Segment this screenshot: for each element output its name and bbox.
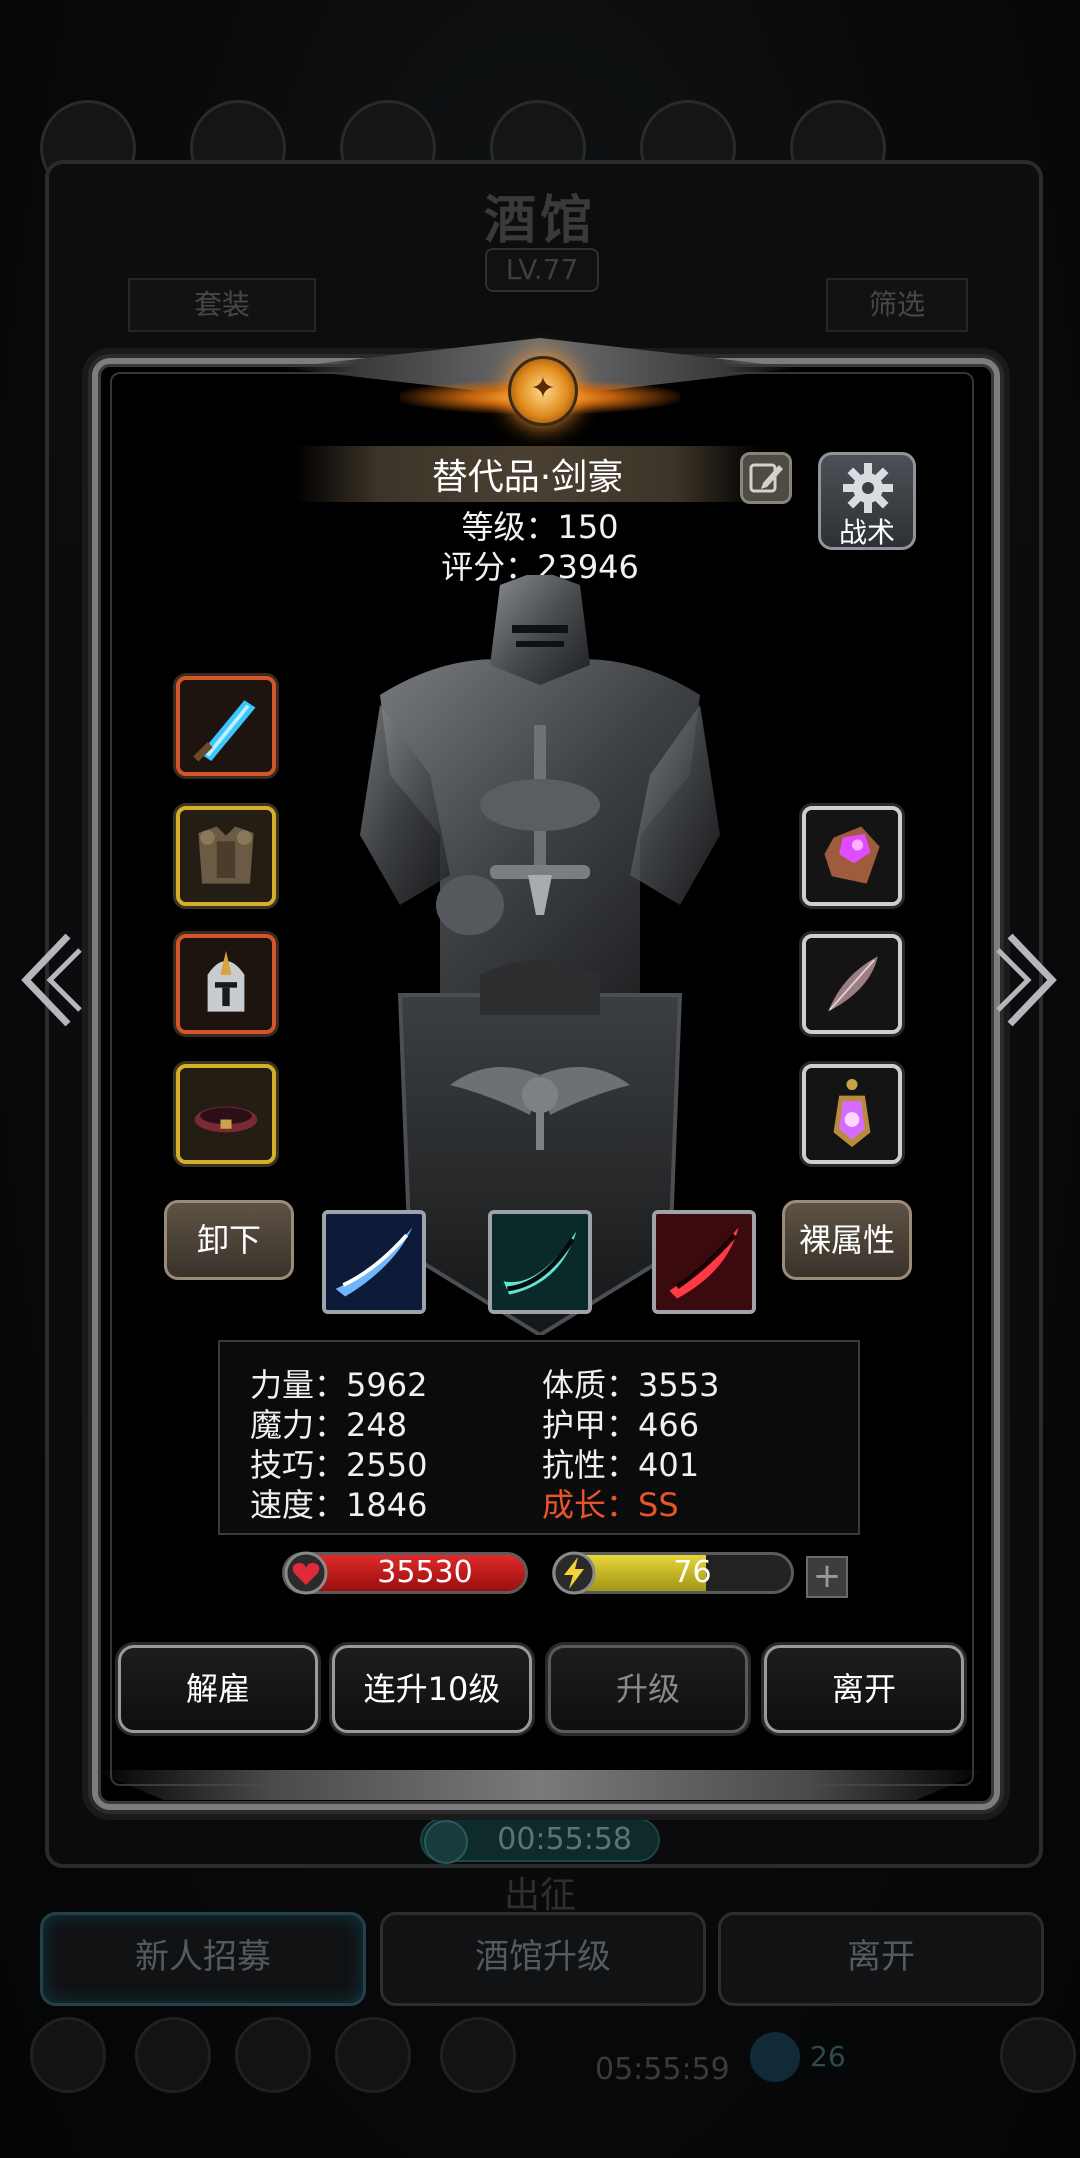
tactics-label: 战术 (838, 516, 895, 549)
gear-icon (843, 463, 893, 513)
equip-slot-belt[interactable] (176, 1064, 276, 1164)
equip-slot-helmet[interactable] (176, 934, 276, 1034)
tavern-title: 酒馆 (483, 191, 596, 251)
nav-icon[interactable] (335, 2017, 411, 2093)
bottom-nav (0, 2005, 1080, 2158)
skill-slot-3[interactable] (652, 1210, 756, 1314)
equip-slot-armor[interactable] (176, 806, 276, 906)
dialog-frame-ornament (92, 1770, 988, 1800)
nav-icon[interactable] (30, 2017, 106, 2093)
equip-slot-amulet[interactable] (802, 1064, 902, 1164)
helmet-icon (180, 938, 272, 1030)
tab-filter[interactable]: 筛选 (826, 278, 968, 332)
level-up-10-button[interactable]: 连升10级 (332, 1645, 532, 1733)
recruit-button[interactable]: 新人招募 (40, 1912, 366, 2006)
level-up-button[interactable]: 升级 (548, 1645, 748, 1733)
march-label: 出征 (503, 1875, 576, 1916)
equip-slot-weapon[interactable] (176, 676, 276, 776)
gem-icon (750, 2032, 800, 2082)
gem-count: 26 (810, 2040, 846, 2073)
feather-icon (806, 938, 898, 1030)
lantern-icon (806, 1068, 898, 1160)
belt-icon (180, 1068, 272, 1160)
previous-hero-arrow-icon[interactable] (14, 930, 84, 1030)
pencil-icon (749, 463, 783, 493)
tavern-leave-button[interactable]: 离开 (718, 1912, 1044, 2006)
nav-icon[interactable] (440, 2017, 516, 2093)
bottom-timer: 05:55:59 (595, 2052, 730, 2087)
stat-speed: 速度：1846 (250, 1486, 428, 1524)
skill-slot-2[interactable] (488, 1210, 592, 1314)
tactics-button[interactable]: 战术 (818, 452, 916, 550)
hero-name: 替代品·剑豪 (431, 457, 624, 498)
tavern-upgrade-button[interactable]: 酒馆升级 (380, 1912, 706, 2006)
edit-name-button[interactable] (740, 452, 792, 504)
chest-armor-icon (180, 810, 272, 902)
equip-slot-gem[interactable] (802, 806, 902, 906)
energy-value: 76 (673, 1555, 712, 1590)
tab-set[interactable]: 套装 (128, 278, 316, 332)
heart-icon (284, 1551, 328, 1595)
nav-icon[interactable] (135, 2017, 211, 2093)
clock-icon (424, 1820, 468, 1864)
equip-slot-charm[interactable] (802, 934, 902, 1034)
dismiss-button[interactable]: 解雇 (118, 1645, 318, 1733)
cyan-slash-skill-icon (492, 1214, 588, 1310)
add-energy-button[interactable]: + (806, 1556, 848, 1598)
tavern-level: LV.77 (485, 248, 599, 292)
red-slash-skill-icon (656, 1214, 752, 1310)
nav-icon[interactable] (1000, 2017, 1076, 2093)
hp-value: 35530 (377, 1555, 473, 1590)
stat-growth: 成长：SS (542, 1486, 679, 1524)
purple-gem-icon (806, 810, 898, 902)
next-hero-arrow-icon[interactable] (994, 930, 1064, 1030)
skill-slot-1[interactable] (322, 1210, 426, 1314)
nav-icon[interactable] (235, 2017, 311, 2093)
crystal-sword-icon (180, 680, 272, 772)
base-attributes-button[interactable]: 裸属性 (782, 1200, 912, 1280)
leave-button[interactable]: 离开 (764, 1645, 964, 1733)
blue-slash-skill-icon (326, 1214, 422, 1310)
lightning-icon (552, 1551, 596, 1595)
crest-emblem-icon: ✦ (508, 356, 578, 426)
unequip-button[interactable]: 卸下 (164, 1200, 294, 1280)
